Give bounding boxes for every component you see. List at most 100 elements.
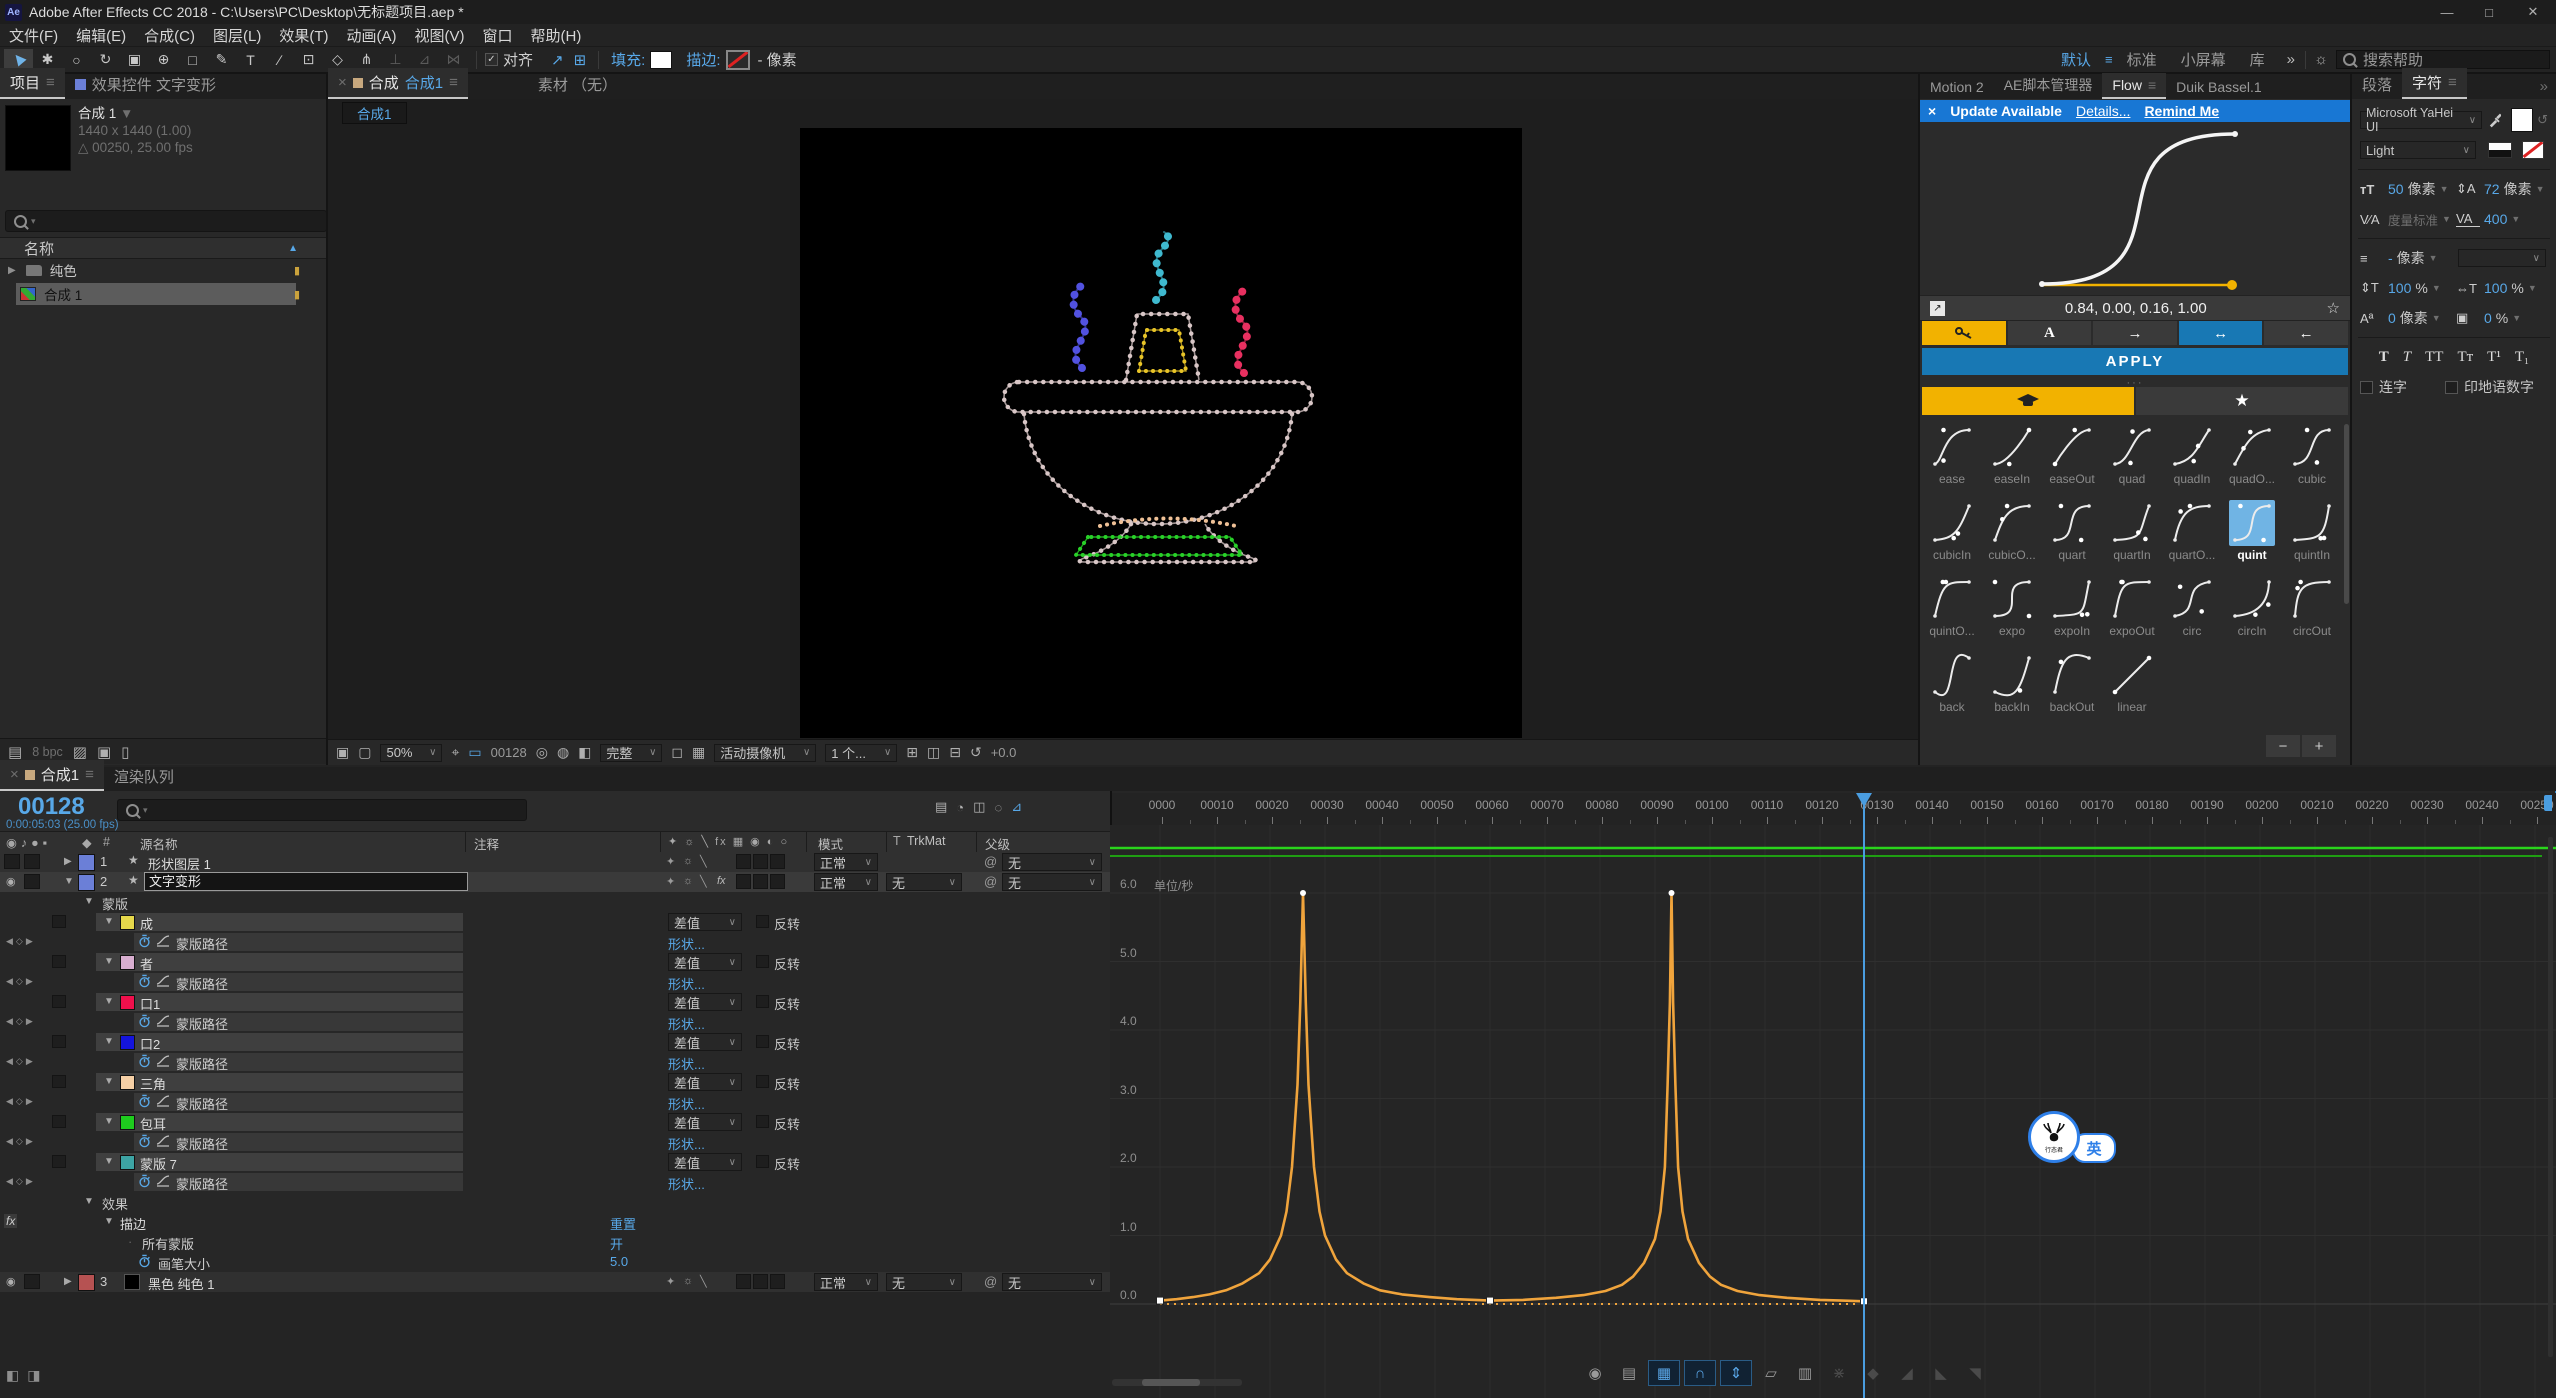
mask-well[interactable]	[52, 955, 66, 968]
parent-select[interactable]: 无 ∨	[1002, 873, 1102, 891]
mask-name[interactable]: 包耳	[140, 1114, 166, 1133]
workspace-menu-icon[interactable]: ≡	[2103, 52, 2115, 67]
frame-number[interactable]: 00128	[491, 745, 527, 760]
menu-item-帮助(H)[interactable]: 帮助(H)	[522, 25, 591, 46]
leading-value[interactable]: 72	[2484, 181, 2500, 197]
fill-label[interactable]: 填充:	[611, 49, 645, 70]
ease-in-direction-button[interactable]: ←	[2264, 321, 2348, 345]
menu-item-编辑(E)[interactable]: 编辑(E)	[67, 25, 135, 46]
graph-toggle-icon[interactable]	[156, 1134, 170, 1150]
preset-cubicIn[interactable]: cubicIn	[1922, 500, 1982, 562]
grid-guides-icon[interactable]: ⊞	[906, 744, 918, 761]
mask-expander[interactable]: ▼	[104, 916, 114, 927]
always-preview-icon[interactable]: ▣	[336, 744, 349, 761]
mask-color-swatch[interactable]	[120, 995, 135, 1010]
preset-quart[interactable]: quart	[2042, 500, 2102, 562]
shape-link[interactable]: 形状...	[668, 1054, 705, 1073]
tab-character[interactable]: 字符 ≡	[2402, 68, 2467, 99]
tracking-value[interactable]: 400	[2484, 211, 2507, 227]
mask-mode-select[interactable]: 差值 ∨	[668, 913, 742, 931]
mask-mode-select[interactable]: 差值 ∨	[668, 1113, 742, 1131]
brush-tool[interactable]: ∕	[265, 49, 294, 71]
preset-ease[interactable]: ease	[1922, 424, 1982, 486]
mask-expander[interactable]: ▼	[104, 1076, 114, 1087]
effect-reset-link[interactable]: 重置	[610, 1214, 636, 1233]
fx-badge[interactable]: fx	[4, 1214, 18, 1228]
panel-menu-icon[interactable]: ≡	[2148, 77, 2156, 93]
preset-circOut[interactable]: circOut	[2282, 576, 2342, 638]
preset-quartO[interactable]: quartO...	[2162, 500, 2222, 562]
update-details-link[interactable]: Details...	[2076, 103, 2130, 119]
stroke-width-value[interactable]: - 像素	[758, 49, 797, 70]
preset-back[interactable]: back	[1922, 637, 1982, 714]
keyframe-nav[interactable]: ◀◇▶	[6, 976, 36, 987]
layer-name[interactable]: 黑色 纯色 1	[148, 1274, 214, 1293]
timeline-row[interactable]: ▼ 成 差值 ∨ 反转	[0, 912, 1110, 932]
menu-item-图层(L)[interactable]: 图层(L)	[204, 25, 270, 46]
timeline-row[interactable]: ▼ 包耳 差值 ∨ 反转	[0, 1112, 1110, 1132]
view-layout-select[interactable]: 1 个... ∨	[825, 743, 898, 762]
grid-zoom-in-button[interactable]: +	[2302, 735, 2336, 757]
column-name[interactable]: 名称	[24, 238, 54, 259]
keyframe-peak[interactable]	[1668, 890, 1675, 896]
mask-expander[interactable]: ▼	[104, 1036, 114, 1047]
item-name[interactable]: 纯色	[50, 260, 77, 280]
mask-expander[interactable]: ▼	[104, 956, 114, 967]
switch-icon[interactable]: ☼	[683, 1275, 693, 1287]
menu-item-效果(T)[interactable]: 效果(T)	[270, 25, 337, 46]
mask-name[interactable]: 蒙版 7	[140, 1154, 177, 1173]
mask-name[interactable]: 口2	[140, 1034, 160, 1053]
resolution-select[interactable]: 完整 ∨	[600, 743, 663, 762]
pen-tool[interactable]: ✎	[207, 49, 236, 71]
column-parent[interactable]: 父级	[985, 834, 1010, 853]
graph-toggle-icon[interactable]	[156, 1014, 170, 1030]
timeline-row[interactable]: ▼ 三角 差值 ∨ 反转	[0, 1072, 1110, 1092]
column-trkmat[interactable]: TrkMat	[907, 834, 945, 848]
ligatures-checkbox[interactable]	[2360, 380, 2373, 394]
preset-linear[interactable]: linear	[2102, 652, 2162, 714]
timeline-row[interactable]: ◀◇▶ 蒙版路径 形状...	[0, 972, 1110, 992]
switch-icon[interactable]: ☼	[683, 875, 693, 887]
preset-expoOut[interactable]: expoOut	[2102, 576, 2162, 638]
parent-select[interactable]: 无 ∨	[1002, 1273, 1102, 1291]
mask-path-label[interactable]: 蒙版路径	[176, 1014, 228, 1033]
new-folder-icon[interactable]: ▨	[73, 743, 87, 761]
mask-name[interactable]: 者	[140, 954, 153, 973]
hscale-value[interactable]: 100	[2484, 280, 2507, 296]
clone-stamp-tool[interactable]: ⊡	[294, 49, 323, 71]
text-easing-button[interactable]: A	[2007, 321, 2092, 345]
switch-icon[interactable]: ✦	[666, 855, 675, 868]
keyframe-nav[interactable]: ◀◇▶	[6, 1016, 36, 1027]
parent-pickwhip-icon[interactable]: @	[984, 874, 997, 889]
mode-select[interactable]: 正常 ∨	[814, 873, 878, 891]
primary-viewer-icon[interactable]: ▢	[358, 744, 371, 761]
audio-well[interactable]	[24, 854, 40, 869]
expander-icon[interactable]: ▶	[8, 265, 16, 276]
project-search-input[interactable]: ▾	[5, 210, 327, 232]
group-expander[interactable]: ▼	[84, 1196, 94, 1207]
vscale-value[interactable]: 100	[2388, 280, 2411, 296]
playhead-line[interactable]	[1863, 793, 1865, 1398]
fit-all-icon[interactable]: ▥	[1790, 1361, 1820, 1385]
invert-checkbox[interactable]	[756, 955, 769, 968]
audio-well[interactable]	[24, 874, 40, 889]
tab-motion-2[interactable]: Motion 2	[1920, 75, 1994, 99]
invert-checkbox[interactable]	[756, 915, 769, 928]
shape-link[interactable]: 形状...	[668, 974, 705, 993]
layer-expander[interactable]: ▶	[64, 1276, 72, 1287]
transparency-grid-icon[interactable]: ▦	[692, 744, 705, 761]
timeline-row[interactable]: ◀◇▶ 蒙版路径 形状...	[0, 1172, 1110, 1192]
switch-icon[interactable]: ✦	[666, 1275, 675, 1288]
timeline-row[interactable]: ▼ 效果	[0, 1192, 1110, 1212]
mask-path-label[interactable]: 蒙版路径	[176, 934, 228, 953]
timeline-row[interactable]: ▶ 1 ★ 形状图层 1 ✦ ☼ ╲ 正常 ∨ @ 无 ∨	[0, 852, 1110, 873]
hindi-digits-checkbox[interactable]	[2445, 380, 2458, 394]
timeline-row[interactable]: ◀◇▶ 蒙版路径 形状...	[0, 1132, 1110, 1152]
timeline-h-scrollbar[interactable]	[1112, 1379, 1242, 1386]
mask-well[interactable]	[52, 915, 66, 928]
preset-cubicO[interactable]: cubicO...	[1982, 500, 2042, 562]
preset-backIn[interactable]: backIn	[1982, 652, 2042, 714]
stopwatch-icon[interactable]	[138, 1172, 152, 1188]
preset-circIn[interactable]: circIn	[2222, 576, 2282, 638]
mask-visibility-icon[interactable]: ↗	[551, 51, 564, 69]
